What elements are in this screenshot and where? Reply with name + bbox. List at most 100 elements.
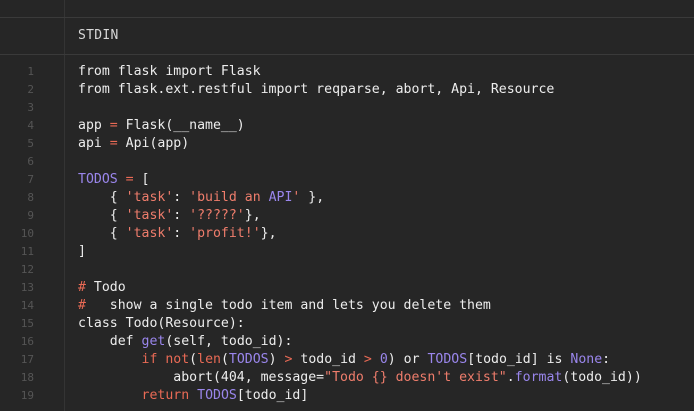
code-text: }, (260, 226, 277, 241)
code-builtin: format (514, 370, 563, 385)
code-line: 14 # show a single todo item and lets you… (0, 297, 694, 315)
code-builtin: TODOS (427, 352, 468, 367)
code-text: ( (189, 352, 198, 367)
line-number: 4 (27, 119, 34, 132)
line-source: # show a single todo item and lets you d… (78, 297, 491, 315)
code-keyword: > (363, 352, 372, 367)
code-text: Flask(__name__) (117, 118, 245, 133)
code-text: ) (268, 352, 285, 367)
code-builtin: 0 (379, 352, 388, 367)
line-number: 1 (27, 65, 34, 78)
code-builtin: None (570, 352, 603, 367)
code-builtin: get (141, 334, 166, 349)
code-line: 5 api = Api(app) (0, 135, 694, 153)
line-number: 11 (20, 245, 34, 258)
code-string: '?????' (189, 208, 245, 223)
code-builtin: TODOS (78, 172, 118, 187)
code-text: }, (244, 208, 261, 223)
code-string: 'build an (189, 190, 269, 205)
line-source: ] (78, 243, 86, 261)
code-text: }, (300, 190, 325, 205)
code-keyword: # (78, 280, 86, 295)
code-text: [todo_id] (236, 388, 309, 403)
code-text: from flask import Flask (78, 64, 261, 79)
code-line: 11] (0, 243, 694, 261)
code-text: todo_id (292, 352, 364, 367)
line-number: 12 (20, 263, 34, 276)
code-line: 8 { 'task': 'build an API' }, (0, 189, 694, 207)
code-string: 'task' (125, 226, 174, 241)
file-title: STDIN (78, 28, 119, 43)
code-line: 12 (0, 261, 694, 279)
code-line: 9 { 'task': '?????'}, (0, 207, 694, 225)
code-text: def (78, 334, 142, 349)
code-text: from flask.ext.restful import reqparse, … (78, 82, 555, 97)
code-block[interactable]: 1 from flask import Flask 2 from flask.ext.… (0, 63, 694, 405)
line-number: 19 (20, 389, 34, 402)
line-source: return TODOS[todo_id] (78, 387, 309, 405)
line-number: 5 (27, 137, 34, 150)
code-text: Todo (85, 280, 126, 295)
code-line: 7 TODOS = [ (0, 171, 694, 189)
code-text: app (78, 118, 110, 133)
code-text: ) or (387, 352, 428, 367)
line-source: if not(len(TODOS) > todo_id > 0) or TODO… (78, 351, 611, 369)
code-text: : (173, 226, 190, 241)
code-text: ] (78, 244, 86, 259)
line-source: api = Api(app) (78, 135, 189, 153)
code-text: : (173, 190, 190, 205)
code-text: [todo_id] is (467, 352, 571, 367)
code-text: : (602, 352, 611, 367)
code-string: 'task' (125, 190, 174, 205)
line-number: 8 (27, 191, 34, 204)
code-text: ( (220, 352, 229, 367)
line-source: TODOS = [ (78, 171, 150, 189)
code-line: 15 class Todo(Resource): (0, 315, 694, 333)
code-builtin: TODOS (197, 388, 237, 403)
line-number: 16 (20, 335, 34, 348)
line-number: 6 (27, 155, 34, 168)
code-text: { (78, 208, 126, 223)
code-line: 2 from flask.ext.restful import reqparse,… (0, 81, 694, 99)
code-text: api (78, 136, 110, 151)
line-number: 13 (20, 281, 34, 294)
code-line: 3 (0, 99, 694, 117)
code-string: "Todo {} doesn't exist" (324, 370, 507, 385)
code-keyword: return (141, 388, 190, 403)
line-source: class Todo(Resource): (78, 315, 245, 333)
line-number: 10 (20, 227, 34, 240)
code-string: 'profit!' (189, 226, 261, 241)
line-number: 17 (20, 353, 34, 366)
line-number: 3 (27, 101, 34, 114)
code-viewer: STDIN 1 from flask import Flask 2 from flas… (0, 0, 694, 411)
line-source: def get(self, todo_id): (78, 333, 293, 351)
code-keyword: = (125, 172, 134, 187)
line-source: from flask import Flask (78, 63, 261, 81)
code-keyword: = (109, 118, 118, 133)
code-string: 'task' (125, 208, 174, 223)
code-text: abort(404, message= (78, 370, 325, 385)
code-text: . (506, 370, 515, 385)
code-text: : (173, 208, 190, 223)
line-number: 14 (20, 299, 34, 312)
line-source: app = Flask(__name__) (78, 117, 245, 135)
line-source: { 'task': 'build an API' }, (78, 189, 324, 207)
line-number: 18 (20, 371, 34, 384)
code-line: 17 if not(len(TODOS) > todo_id > 0) or T… (0, 351, 694, 369)
line-number: 9 (27, 209, 34, 222)
code-line: 18 abort(404, message="Todo {} doesn't e… (0, 369, 694, 387)
code-text: (self, todo_id): (165, 334, 293, 349)
code-text: [ (133, 172, 150, 187)
code-keyword: len (197, 352, 221, 367)
code-keyword: if not (141, 352, 190, 367)
line-number: 15 (20, 317, 34, 330)
code-keyword: = (109, 136, 118, 151)
code-line: 10 { 'task': 'profit!'}, (0, 225, 694, 243)
code-text: { (78, 226, 126, 241)
code-text: Api(app) (117, 136, 190, 151)
code-line: 4 app = Flask(__name__) (0, 117, 694, 135)
